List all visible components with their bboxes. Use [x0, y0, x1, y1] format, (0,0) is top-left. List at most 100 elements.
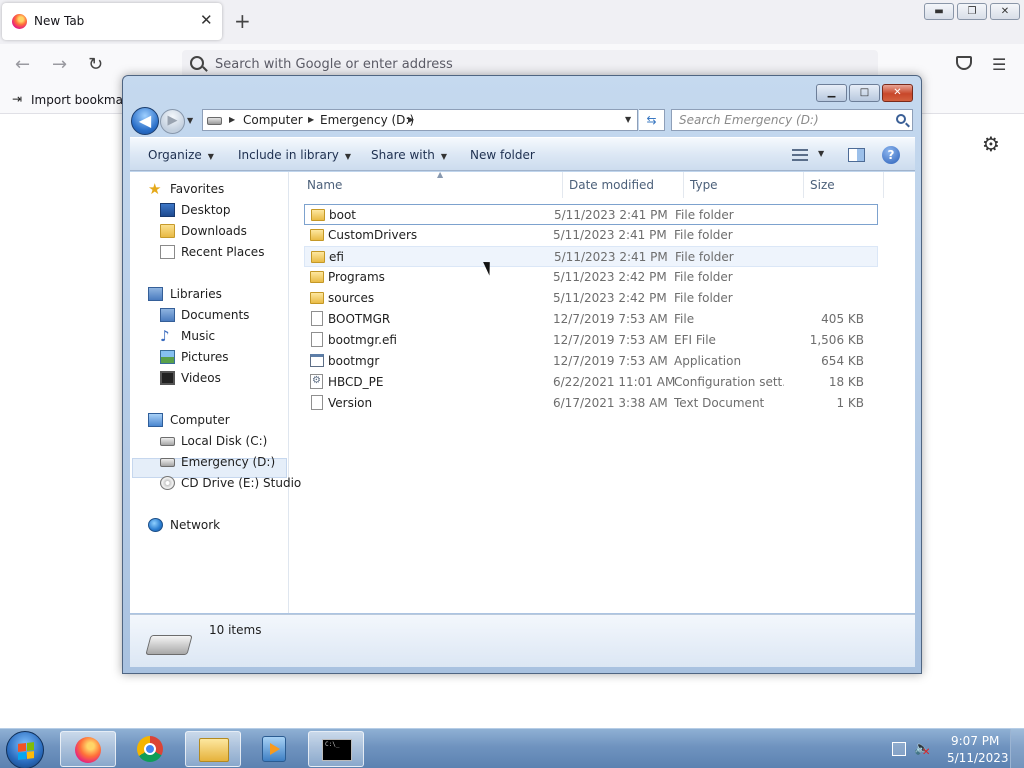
include-in-library-button[interactable]: Include in library ▼ [238, 148, 351, 162]
cd-drive-icon [160, 476, 175, 490]
explorer-content: ★ Favorites Desktop Downloads Recent Pla… [130, 170, 915, 613]
text-file-icon [311, 395, 323, 410]
details-pane: 10 items [130, 614, 915, 667]
sort-ascending-icon: ▲ [437, 170, 444, 179]
browser-forward-button[interactable]: → [52, 54, 67, 75]
address-bar[interactable]: ▶ Computer ▶ Emergency (D:) ▶ ▼ [202, 109, 638, 131]
music-icon: ♪ [160, 327, 170, 345]
firefox-logo-icon [12, 14, 27, 29]
file-row-efi[interactable]: efi 5/11/2023 2:41 PM File folder [304, 246, 878, 267]
media-player-icon [262, 736, 286, 762]
help-icon[interactable]: ? [882, 146, 900, 164]
browser-reload-button[interactable]: ↻ [88, 54, 103, 75]
file-list[interactable]: Name ▲ Date modified Type Size boot 5/11… [290, 170, 915, 613]
chevron-down-icon: ▼ [344, 152, 352, 161]
new-tab-button[interactable]: + [234, 9, 251, 33]
folder-icon [199, 738, 229, 762]
drive-icon [145, 635, 193, 655]
library-icon [160, 308, 175, 322]
browser-back-button[interactable]: ← [15, 54, 30, 75]
file-row-hbcd-pe[interactable]: HBCD_PE 6/22/2021 11:01 AM Configuration… [304, 372, 878, 393]
disk-icon [160, 437, 175, 446]
taskbar-firefox[interactable] [60, 731, 116, 767]
file-row-boot[interactable]: boot 5/11/2023 2:41 PM File folder [304, 204, 878, 225]
forward-button[interactable]: ▶ [160, 109, 185, 134]
file-row-programs[interactable]: Programs 5/11/2023 2:42 PM File folder [304, 267, 878, 288]
hamburger-menu-icon[interactable]: ☰ [992, 55, 1006, 74]
breadcrumb-separator-icon[interactable]: ▶ [229, 115, 235, 124]
minimize-button[interactable]: ▁ [816, 84, 847, 102]
item-count: 10 items [209, 623, 262, 637]
disk-icon [160, 458, 175, 467]
preview-pane-icon[interactable] [848, 148, 865, 162]
maximize-button[interactable]: □ [849, 84, 880, 102]
column-header-size[interactable]: Size [804, 172, 884, 198]
clock-date[interactable]: 5/11/2023 [947, 751, 1009, 765]
file-row-bootmgr-file[interactable]: BOOTMGR 12/7/2019 7:53 AM File 405 KB [304, 309, 878, 330]
document-icon [160, 245, 175, 259]
show-desktop-button[interactable] [1010, 729, 1024, 768]
muted-icon: ✕ [922, 747, 931, 758]
firefox-icon [75, 737, 101, 763]
start-button[interactable] [6, 731, 44, 768]
config-file-icon [310, 374, 323, 389]
video-icon [160, 371, 175, 385]
browser-tabstrip: New Tab ✕ + ▬ ❐ ✕ [0, 0, 1024, 44]
browser-tab-new-tab[interactable]: New Tab ✕ [2, 3, 222, 40]
picture-icon [160, 350, 175, 364]
gear-icon[interactable]: ⚙ [982, 132, 1000, 156]
network-icon [148, 518, 163, 532]
folder-icon [311, 209, 325, 221]
folder-icon [160, 224, 175, 238]
organize-button[interactable]: Organize ▼ [148, 148, 214, 162]
back-button[interactable]: ◀ [131, 107, 159, 135]
browser-minimize-button[interactable]: ▬ [924, 3, 954, 20]
taskbar-chrome[interactable] [123, 731, 179, 767]
file-row-sources[interactable]: sources 5/11/2023 2:42 PM File folder [304, 288, 878, 309]
column-header-date-modified[interactable]: Date modified [563, 172, 684, 198]
search-icon[interactable] [896, 114, 906, 124]
search-input[interactable]: Search Emergency (D:) [671, 109, 913, 131]
clock-time[interactable]: 9:07 PM [951, 734, 999, 748]
share-with-button[interactable]: Share with ▼ [371, 148, 447, 162]
drive-icon [207, 117, 222, 125]
action-center-icon[interactable] [892, 742, 906, 756]
file-row-bootmgr-app[interactable]: bootmgr 12/7/2019 7:53 AM Application 65… [304, 351, 878, 372]
breadcrumb-computer[interactable]: Computer [243, 113, 303, 127]
recent-pages-dropdown[interactable]: ▼ [187, 116, 193, 125]
close-button[interactable]: ✕ [882, 84, 913, 102]
taskbar-media-player[interactable] [246, 731, 302, 767]
navigation-pane[interactable]: ★ Favorites Desktop Downloads Recent Pla… [130, 172, 301, 613]
browser-close-button[interactable]: ✕ [990, 3, 1020, 20]
folder-icon [310, 271, 324, 283]
file-row-version[interactable]: Version 6/17/2021 3:38 AM Text Document … [304, 393, 878, 414]
chevron-down-icon[interactable]: ▼ [818, 149, 824, 158]
import-icon: ⇥ [12, 92, 23, 106]
refresh-button[interactable]: ⇆ [639, 109, 665, 131]
column-header-type[interactable]: Type [684, 172, 804, 198]
browser-tab-title: New Tab [34, 14, 85, 28]
change-view-icon[interactable] [792, 149, 808, 161]
file-row-bootmgr-efi[interactable]: bootmgr.efi 12/7/2019 7:53 AM EFI File 1… [304, 330, 878, 351]
library-icon [148, 287, 163, 301]
file-icon [311, 332, 323, 347]
breadcrumb-separator-icon[interactable]: ▶ [408, 115, 414, 124]
command-prompt-icon: C:\_ [322, 739, 352, 761]
search-placeholder: Search Emergency (D:) [679, 113, 819, 127]
command-bar: Organize ▼ Include in library ▼ Share with… [130, 137, 915, 171]
new-folder-button[interactable]: New folder [470, 148, 535, 162]
column-header-name[interactable]: Name ▲ [301, 170, 563, 198]
file-row-customdrivers[interactable]: CustomDrivers 5/11/2023 2:41 PM File fol… [304, 225, 878, 246]
chevron-down-icon: ▼ [207, 152, 214, 161]
chrome-icon [137, 736, 163, 762]
taskbar-explorer[interactable] [185, 731, 241, 767]
tab-close-icon[interactable]: ✕ [200, 11, 213, 29]
browser-restore-button[interactable]: ❐ [957, 3, 987, 20]
taskbar-command-prompt[interactable]: C:\_ [308, 731, 364, 767]
breadcrumb-separator-icon[interactable]: ▶ [308, 115, 314, 124]
address-dropdown-icon[interactable]: ▼ [625, 115, 631, 124]
explorer-window: ▁ □ ✕ ◀ ▶ ▼ ▶ Computer ▶ Emergency (D:) … [122, 75, 922, 674]
breadcrumb-emergency-d[interactable]: Emergency (D:) [320, 113, 414, 127]
taskbar: C:\_ 🔈 ✕ 9:07 PM 5/11/2023 [0, 728, 1024, 768]
folder-icon [310, 229, 324, 241]
